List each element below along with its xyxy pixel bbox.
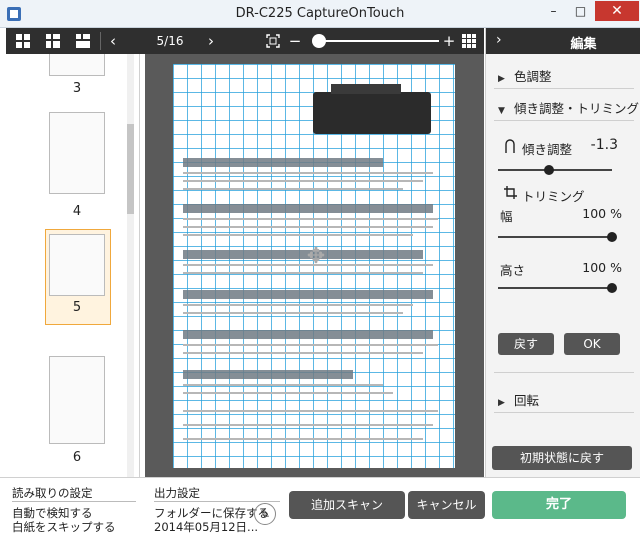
scrollbar-thumb[interactable]: [127, 124, 134, 214]
prev-page-button[interactable]: ‹: [106, 28, 120, 54]
doc-text-line: [183, 234, 413, 236]
section-color-adjust[interactable]: ▶ 色調整: [486, 66, 640, 85]
page-thumbnail-label: 5: [72, 300, 82, 315]
toolbar-separator: [100, 32, 101, 50]
fit-page-icon[interactable]: [264, 28, 282, 54]
doc-text-line: [183, 180, 423, 182]
section-deskew-trim[interactable]: ▼ 傾き調整・トリミング: [486, 98, 640, 117]
grid-small-icon[interactable]: [76, 34, 90, 48]
page-thumbnail[interactable]: [49, 54, 105, 76]
doc-heading-band: [183, 370, 353, 379]
thumbnail-grid-icon[interactable]: [462, 34, 476, 48]
doc-heading-band: [183, 158, 383, 167]
document-viewer[interactable]: ✥: [145, 54, 484, 477]
height-slider-track[interactable]: [498, 287, 612, 289]
output-settings-title[interactable]: 出力設定: [154, 485, 200, 501]
zoom-out-button[interactable]: −: [288, 28, 302, 54]
cancel-button[interactable]: キャンセル: [408, 491, 485, 519]
doc-text-line: [183, 384, 383, 386]
read-settings-title[interactable]: 読み取りの設定: [12, 485, 93, 501]
page-thumbnail-label: 4: [72, 204, 82, 219]
doc-text-line: [183, 304, 413, 306]
doc-text-line: [183, 188, 403, 190]
done-button[interactable]: 完了: [492, 491, 626, 519]
section-color-adjust-label: 色調整: [514, 69, 552, 84]
doc-text-line: [183, 438, 423, 440]
divider: [12, 501, 136, 502]
doc-text-line: [183, 272, 423, 274]
deskew-slider-knob[interactable]: [544, 165, 555, 175]
zoom-slider-track[interactable]: [313, 40, 439, 42]
zoom-in-button[interactable]: +: [442, 28, 456, 54]
grid-large-icon[interactable]: [16, 34, 30, 48]
section-rotate-label: 回転: [514, 393, 540, 408]
add-scan-button[interactable]: 追加スキャン: [289, 491, 405, 519]
width-value: 100 %: [582, 206, 622, 221]
move-handle-icon[interactable]: ✥: [303, 244, 329, 270]
zoom-slider-knob[interactable]: [312, 34, 327, 48]
expand-triangle-icon: ▶: [498, 74, 505, 84]
edit-panel-title: 編集: [570, 37, 597, 52]
trim-label: トリミング: [522, 189, 585, 204]
deskew-slider-track[interactable]: [498, 169, 612, 171]
bottom-bar: 読み取りの設定 自動で検知する 白紙をスキップする 出力設定 フォルダーに保存す…: [0, 477, 640, 538]
maximize-button[interactable]: □: [567, 1, 594, 21]
grid-medium-icon[interactable]: [46, 34, 60, 48]
minimize-button[interactable]: –: [540, 1, 567, 21]
expand-triangle-icon: ▶: [498, 398, 505, 408]
width-slider-track[interactable]: [498, 236, 612, 238]
doc-heading-band: [183, 330, 433, 339]
edit-output-pencil-icon[interactable]: ✎: [254, 503, 276, 525]
undo-button[interactable]: 戻す: [498, 333, 554, 355]
height-value: 100 %: [582, 260, 622, 275]
divider: [494, 88, 634, 89]
ok-button[interactable]: OK: [564, 333, 620, 355]
page-thumbnail[interactable]: [49, 112, 105, 194]
title-bar: DR-C225 CaptureOnTouch – □ ✕: [0, 0, 640, 28]
height-label: 高さ: [500, 263, 526, 278]
scanned-page[interactable]: ✥: [173, 64, 455, 468]
section-rotate[interactable]: ▶ 回転: [486, 390, 640, 409]
doc-text-line: [183, 424, 433, 426]
divider: [154, 501, 280, 502]
doc-text-line: [183, 344, 438, 346]
reset-to-default-button[interactable]: 初期状態に戻す: [492, 446, 632, 470]
doc-text-line: [183, 218, 438, 220]
thumbnail-panel: 3 4 5 6: [6, 54, 140, 477]
output-settings-line2: 2014年05月12日...: [154, 520, 258, 534]
doc-text-line: [183, 172, 433, 174]
doc-text-line: [183, 352, 423, 354]
deskew-label: 傾き調整: [522, 142, 573, 157]
viewer-toolbar: ‹ 5/16 › − +: [6, 28, 484, 54]
thumbnail-scrollbar[interactable]: [127, 54, 134, 477]
divider: [494, 120, 634, 121]
edit-panel-header: › 編集: [486, 28, 640, 54]
doc-text-line: [183, 226, 433, 228]
section-deskew-trim-label: 傾き調整・トリミング: [514, 101, 640, 116]
edit-panel: › 編集 ▶ 色調整 ▼ 傾き調整・トリミング 傾き調整 -1.3 トリミング 幅 …: [485, 28, 640, 477]
doc-heading-band: [183, 290, 433, 299]
collapse-triangle-icon: ▼: [498, 106, 505, 116]
divider: [494, 372, 634, 373]
width-label: 幅: [500, 209, 513, 224]
doc-text-line: [183, 392, 393, 394]
page-thumbnail[interactable]: [49, 356, 105, 444]
page-thumbnail[interactable]: [49, 234, 105, 296]
trim-icon: [504, 186, 517, 202]
printer-image: [313, 84, 431, 134]
next-page-button[interactable]: ›: [204, 28, 218, 54]
doc-text-line: [183, 410, 438, 412]
page-thumbnail-label: 3: [72, 81, 82, 96]
close-button[interactable]: ✕: [595, 1, 639, 21]
deskew-value: -1.3: [590, 137, 618, 153]
page-thumbnail-label: 6: [72, 450, 82, 465]
read-settings-line2: 白紙をスキップする: [12, 520, 116, 534]
page-indicator: 5/16: [156, 34, 184, 48]
doc-text-line: [183, 312, 403, 314]
deskew-icon: [504, 138, 516, 157]
height-slider-knob[interactable]: [607, 283, 617, 293]
doc-heading-band: [183, 204, 433, 213]
width-slider-knob[interactable]: [607, 232, 617, 242]
divider: [494, 412, 634, 413]
